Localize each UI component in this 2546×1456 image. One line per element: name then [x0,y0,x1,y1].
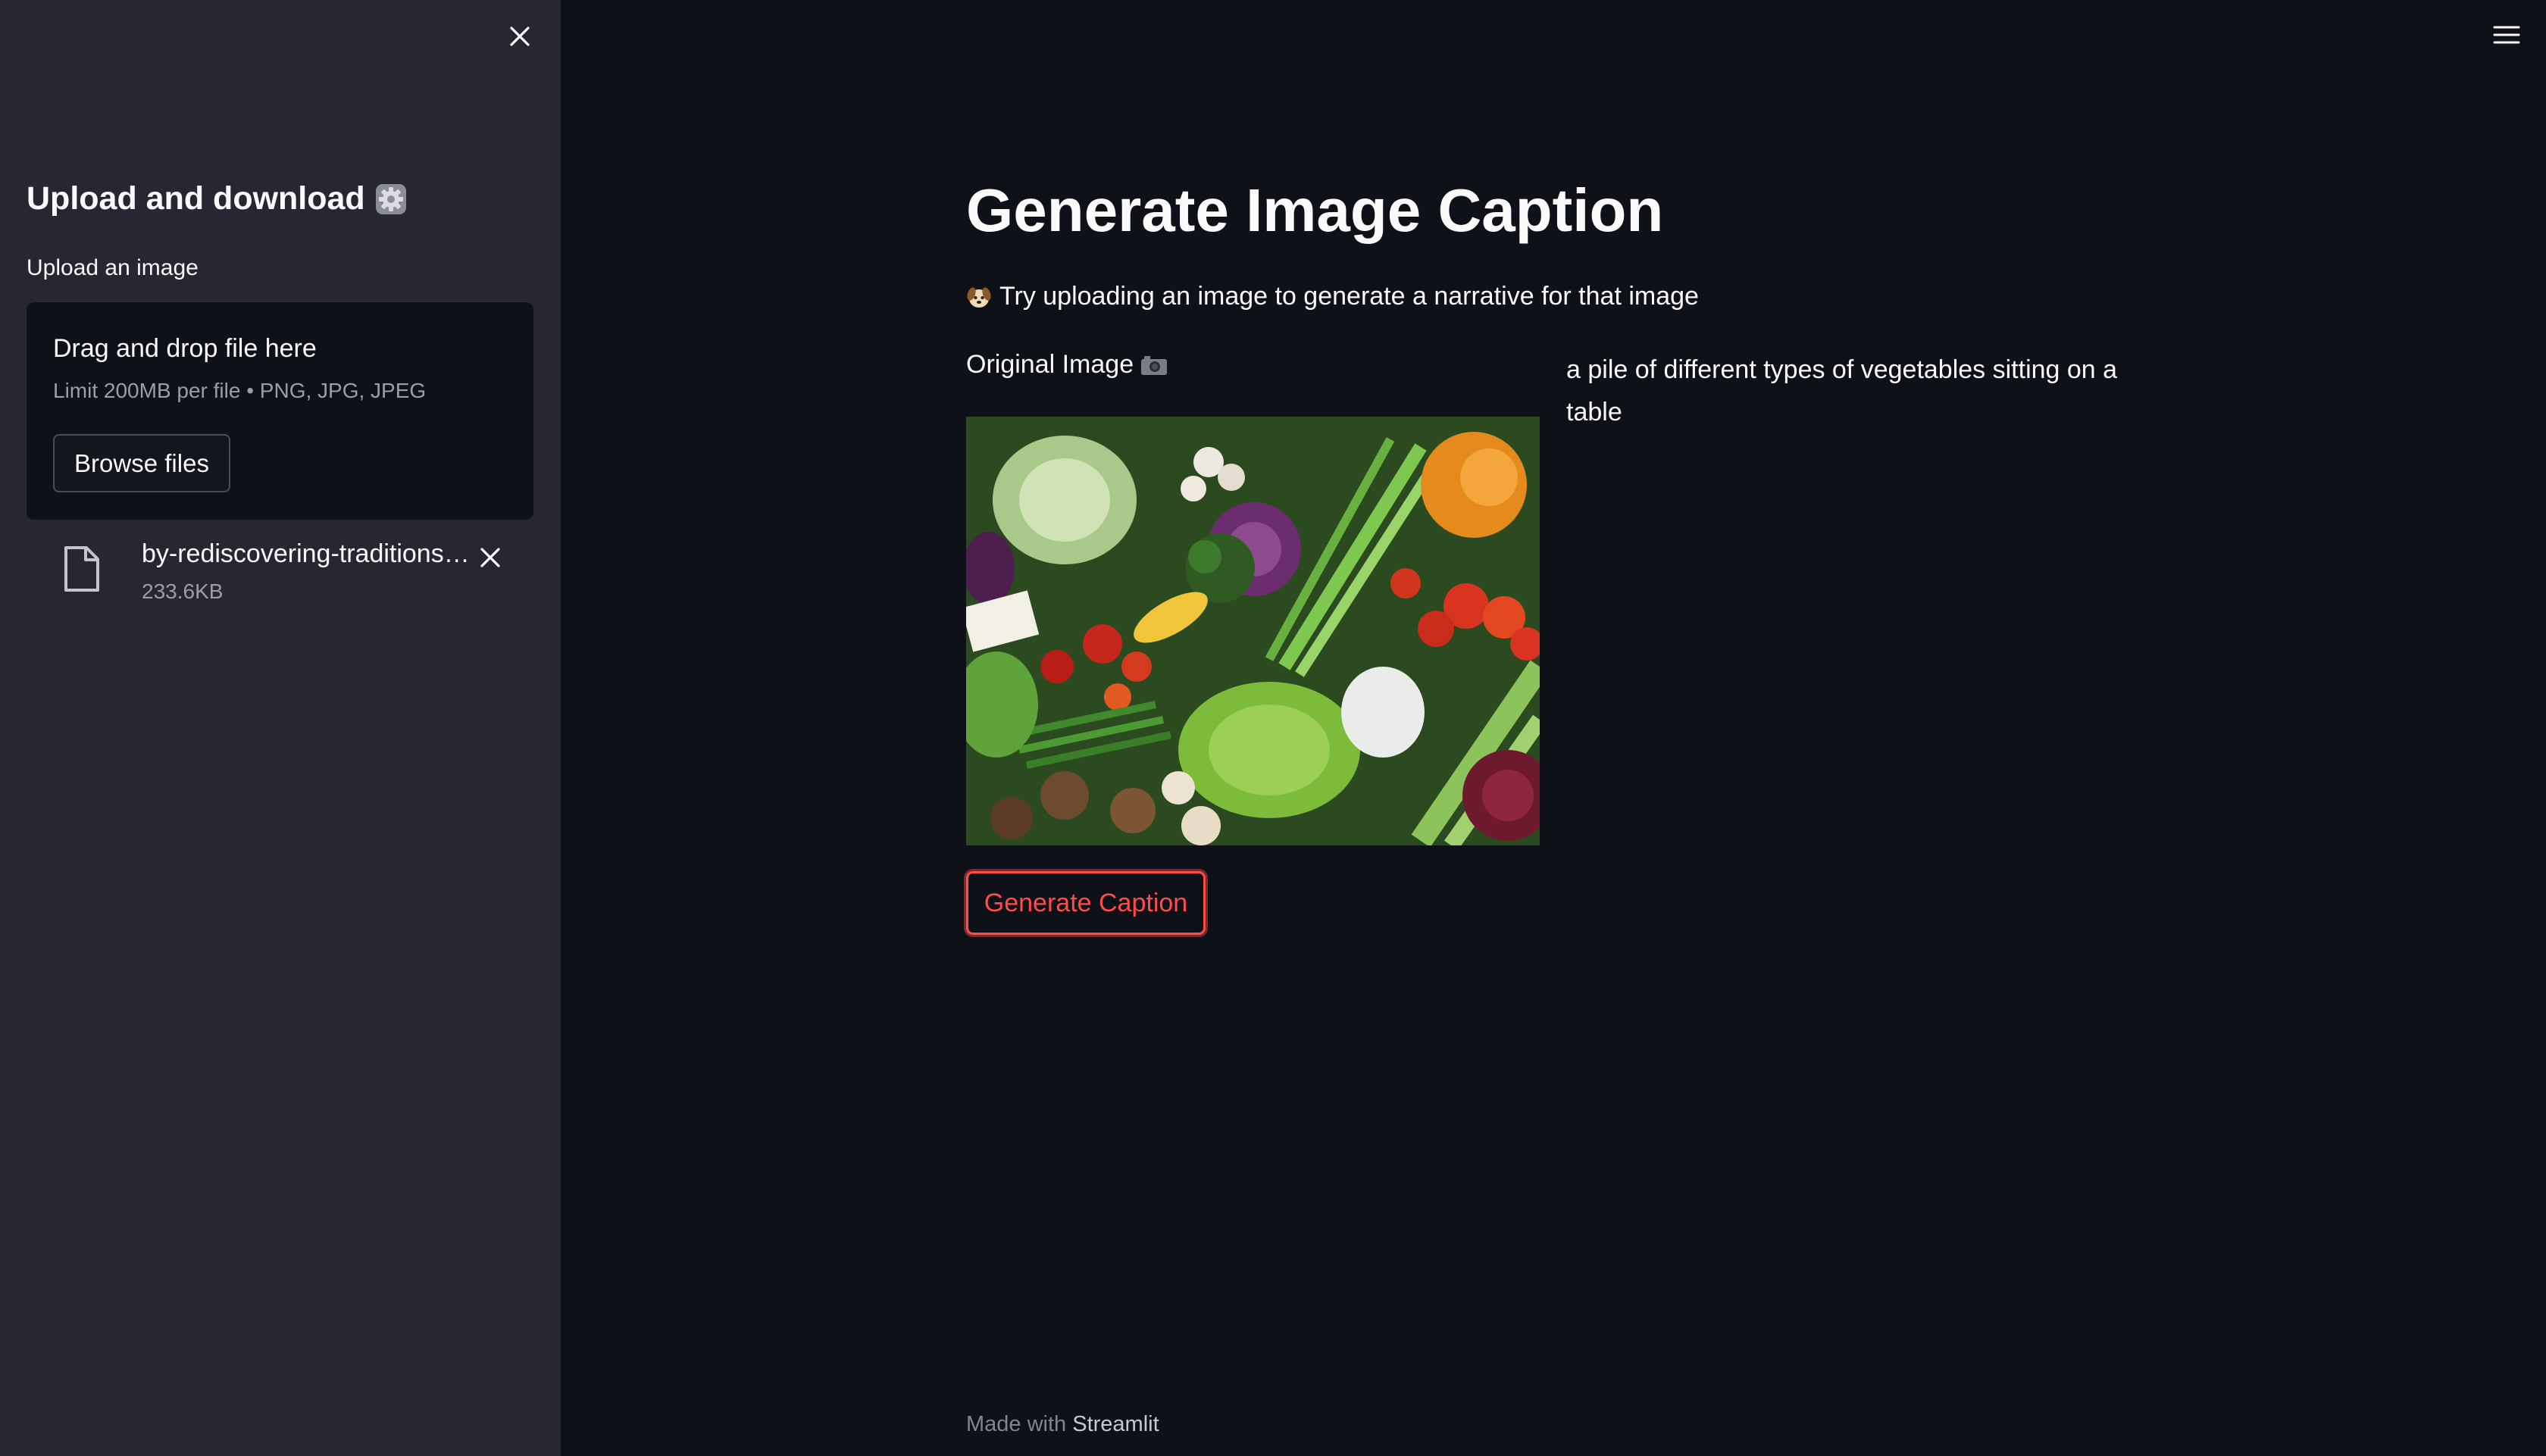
page-title: Generate Image Caption [966,177,1664,244]
browse-files-button[interactable]: Browse files [53,434,230,492]
remove-file-button[interactable] [474,541,507,574]
upload-label: Upload an image [27,255,199,280]
gear-icon [375,183,406,214]
original-image-label-text: Original Image [966,350,1134,379]
footer-prefix: Made with [966,1412,1067,1436]
file-icon [64,546,99,592]
page-subtitle: Try uploading an image to generate a nar… [966,282,1699,311]
uploaded-file-size: 233.6KB [142,580,224,603]
file-dropzone[interactable]: Drag and drop file here Limit 200MB per … [27,302,533,520]
generated-caption: a pile of different types of vegetables … [1566,355,2118,426]
dropzone-title: Drag and drop file here [53,334,317,363]
uploaded-file-item: by-rediscovering-traditions… 233.6KB [27,530,533,614]
close-icon [510,27,530,46]
streamlit-link[interactable]: Streamlit [1072,1412,1159,1436]
camera-icon [1141,355,1168,375]
original-image [966,417,1540,845]
close-sidebar-button[interactable] [503,20,536,53]
vegetables-photo [966,417,1540,845]
uploaded-file-name: by-rediscovering-traditions… [142,539,470,568]
footer: Made with Streamlit [966,1412,1159,1437]
page-subtitle-text: Try uploading an image to generate a nar… [999,282,1699,311]
sidebar: Upload and download Upload an image Drag… [0,0,561,1456]
hamburger-menu-icon [2493,26,2520,44]
generate-caption-button[interactable]: Generate Caption [966,871,1206,935]
sidebar-heading-text: Upload and download [27,180,365,217]
dropzone-limit-text: Limit 200MB per file • PNG, JPG, JPEG [53,379,427,402]
main-menu-button[interactable] [2488,18,2525,52]
dog-icon [967,286,991,308]
original-image-label: Original Image [966,350,1168,380]
close-icon [480,548,500,567]
sidebar-heading: Upload and download [27,180,408,217]
